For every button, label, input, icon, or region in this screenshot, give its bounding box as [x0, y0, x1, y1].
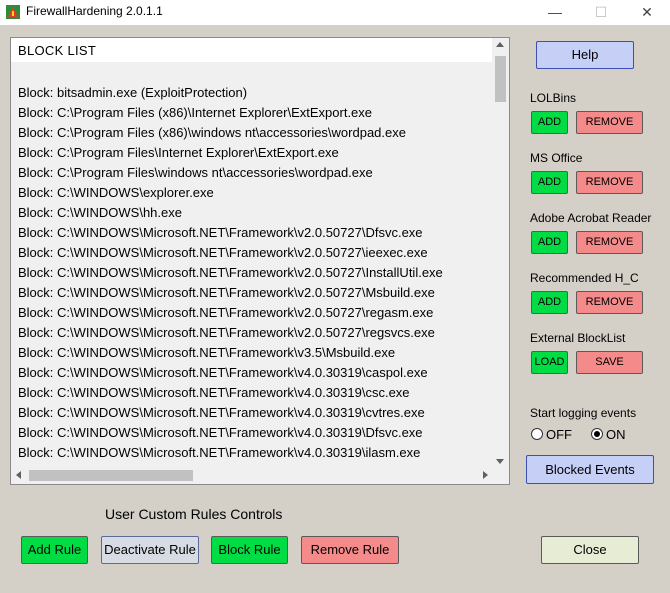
adobe-add-button[interactable]: ADD — [531, 231, 568, 254]
logging-off-label: OFF — [546, 427, 572, 442]
lolbins-remove-button[interactable]: REMOVE — [576, 111, 643, 134]
section-label-ms-office: MS Office — [530, 151, 583, 165]
section-label-lolbins: LOLBins — [530, 91, 577, 105]
custom-rules-label: User Custom Rules Controls — [105, 506, 283, 522]
blocked-events-button[interactable]: Blocked Events — [526, 455, 654, 484]
list-item[interactable]: Block: C:\WINDOWS\Microsoft.NET\Framewor… — [18, 383, 443, 403]
maximize-button[interactable]: ☐ — [578, 0, 624, 25]
window-title: FirewallHardening 2.0.1.1 — [26, 4, 163, 18]
lolbins-add-button[interactable]: ADD — [531, 111, 568, 134]
minimize-button[interactable]: — — [532, 0, 578, 25]
close-window-button[interactable]: ✕ — [624, 0, 670, 25]
scroll-down-icon[interactable] — [496, 459, 504, 464]
list-item[interactable]: Block: C:\WINDOWS\Microsoft.NET\Framewor… — [18, 323, 443, 343]
ms-office-remove-button[interactable]: REMOVE — [576, 171, 643, 194]
scroll-corner — [492, 467, 509, 484]
list-item[interactable]: Block: C:\Program Files\Internet Explore… — [18, 143, 443, 163]
deactivate-rule-button[interactable]: Deactivate Rule — [101, 536, 199, 564]
recommended-add-button[interactable]: ADD — [531, 291, 568, 314]
client-area: BLOCK LIST Block: bitsadmin.exe (Exploit… — [0, 25, 670, 593]
recommended-remove-button[interactable]: REMOVE — [576, 291, 643, 314]
scroll-right-icon[interactable] — [483, 471, 488, 479]
app-icon — [6, 5, 20, 19]
add-rule-button[interactable]: Add Rule — [21, 536, 88, 564]
scroll-up-icon[interactable] — [496, 42, 504, 47]
logging-on-radio[interactable] — [591, 428, 603, 440]
list-item[interactable]: Block: C:\WINDOWS\Microsoft.NET\Framewor… — [18, 443, 443, 463]
block-list[interactable]: BLOCK LIST Block: bitsadmin.exe (Exploit… — [10, 37, 510, 485]
list-item[interactable]: Block: C:\WINDOWS\Microsoft.NET\Framewor… — [18, 343, 443, 363]
help-button[interactable]: Help — [536, 41, 634, 69]
section-label-recommended: Recommended H_C — [530, 271, 639, 285]
list-item[interactable]: Block: bitsadmin.exe (ExploitProtection) — [18, 83, 443, 103]
list-item[interactable]: Block: C:\WINDOWS\Microsoft.NET\Framewor… — [18, 403, 443, 423]
list-item[interactable]: Block: C:\WINDOWS\Microsoft.NET\Framewor… — [18, 283, 443, 303]
list-item[interactable]: Block: C:\Program Files (x86)\windows nt… — [18, 123, 443, 143]
vertical-scroll-thumb[interactable] — [495, 56, 506, 102]
list-item[interactable]: Block: C:\WINDOWS\Microsoft.NET\Framewor… — [18, 223, 443, 243]
block-rule-button[interactable]: Block Rule — [211, 536, 288, 564]
list-item[interactable]: Block: C:\WINDOWS\Microsoft.NET\Framewor… — [18, 243, 443, 263]
list-item[interactable]: Block: C:\WINDOWS\Microsoft.NET\Framewor… — [18, 303, 443, 323]
adobe-remove-button[interactable]: REMOVE — [576, 231, 643, 254]
list-item[interactable]: Block: C:\WINDOWS\Microsoft.NET\Framewor… — [18, 363, 443, 383]
blocklist-load-button[interactable]: LOAD — [531, 351, 568, 374]
section-label-adobe-reader: Adobe Acrobat Reader — [530, 211, 652, 225]
blocklist-save-button[interactable]: SAVE — [576, 351, 643, 374]
logging-on-label: ON — [606, 427, 626, 442]
remove-rule-button[interactable]: Remove Rule — [301, 536, 399, 564]
close-button[interactable]: Close — [541, 536, 639, 564]
ms-office-add-button[interactable]: ADD — [531, 171, 568, 194]
list-item[interactable]: Block: C:\Program Files (x86)\Internet E… — [18, 103, 443, 123]
vertical-scrollbar[interactable] — [492, 38, 509, 468]
title-bar: FirewallHardening 2.0.1.1 — ☐ ✕ — [0, 0, 670, 25]
logging-label: Start logging events — [530, 406, 637, 420]
scroll-left-icon[interactable] — [16, 471, 21, 479]
list-items: Block: bitsadmin.exe (ExploitProtection)… — [18, 83, 443, 463]
section-label-external-blocklist: External BlockList — [530, 331, 626, 345]
list-item[interactable]: Block: C:\WINDOWS\hh.exe — [18, 203, 443, 223]
horizontal-scrollbar[interactable] — [11, 467, 493, 484]
horizontal-scroll-thumb[interactable] — [29, 470, 193, 481]
list-item[interactable]: Block: C:\WINDOWS\Microsoft.NET\Framewor… — [18, 423, 443, 443]
list-item[interactable]: Block: C:\WINDOWS\Microsoft.NET\Framewor… — [18, 263, 443, 283]
list-header: BLOCK LIST — [18, 43, 97, 58]
list-item[interactable]: Block: C:\Program Files\windows nt\acces… — [18, 163, 443, 183]
list-item[interactable]: Block: C:\WINDOWS\explorer.exe — [18, 183, 443, 203]
logging-off-radio[interactable] — [531, 428, 543, 440]
